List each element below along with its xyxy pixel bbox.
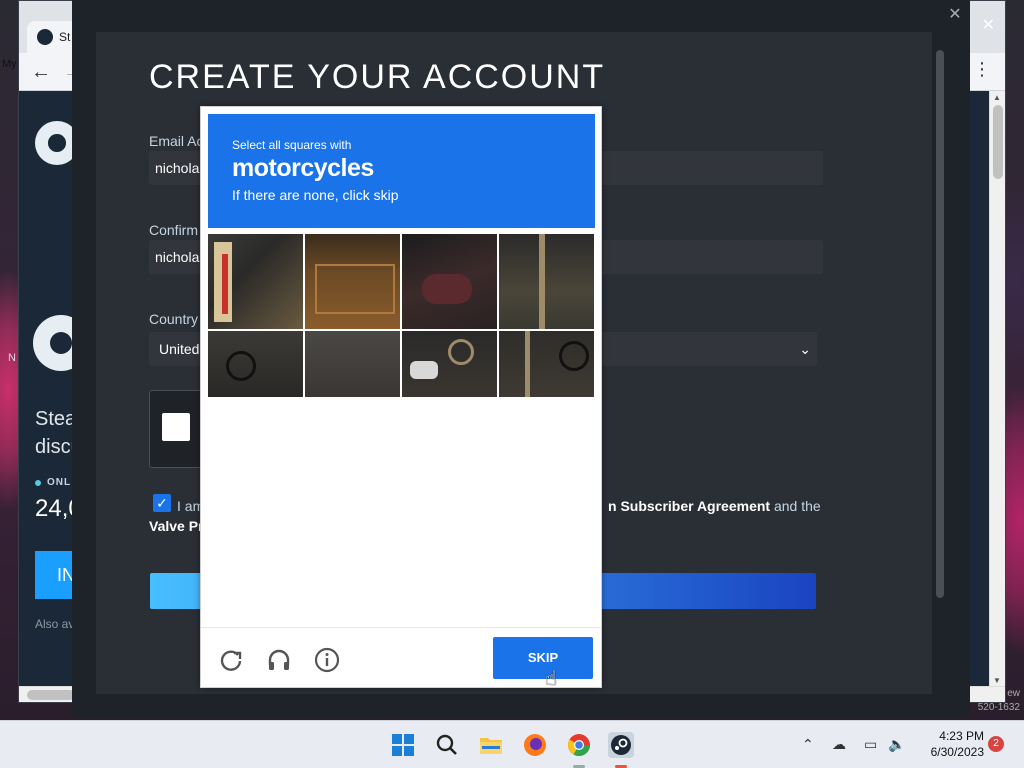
- agree-and-text: and the: [773, 498, 821, 514]
- image-grid: [208, 234, 595, 397]
- tile-pole: [525, 331, 530, 397]
- browser-vertical-scrollbar[interactable]: ▲ ▼: [989, 91, 1005, 687]
- country-value: United: [159, 341, 200, 357]
- network-icon[interactable]: ▭: [864, 736, 877, 753]
- scroll-down-icon[interactable]: ▼: [993, 676, 1001, 685]
- right-edge-label-2: 520-1632: [977, 702, 1020, 713]
- online-label: ONL: [47, 477, 72, 488]
- refresh-icon[interactable]: [218, 647, 244, 673]
- scroll-up-icon[interactable]: ▲: [993, 93, 1001, 102]
- skip-button[interactable]: SKIP: [493, 637, 593, 679]
- agree-checkbox[interactable]: ✓: [153, 494, 171, 512]
- store-headline-line1: Stea: [35, 408, 77, 430]
- grid-tile[interactable]: [402, 331, 497, 397]
- tile-sign-stripe: [222, 254, 228, 314]
- steam-favicon-icon: [37, 29, 53, 45]
- windows-start-icon[interactable]: [390, 732, 416, 758]
- confirm-email-label: Confirm: [149, 222, 199, 238]
- desktop-side-label-mid: N: [8, 352, 16, 364]
- firefox-icon[interactable]: [522, 732, 548, 758]
- footer-divider: [201, 627, 601, 628]
- browser-close-icon[interactable]: ✕: [982, 15, 995, 35]
- grid-tile[interactable]: [499, 331, 594, 397]
- chevron-down-icon: ⌄: [799, 341, 811, 357]
- tile-wheel: [226, 351, 256, 381]
- notification-badge[interactable]: 2: [988, 736, 1004, 752]
- also-available-text: Also av: [35, 617, 75, 631]
- prompt-hint: If there are none, click skip: [232, 187, 399, 203]
- file-explorer-icon[interactable]: [478, 732, 504, 758]
- dialog-scrollbar[interactable]: [936, 50, 944, 598]
- grid-tile[interactable]: [499, 234, 594, 329]
- headphones-icon[interactable]: [266, 647, 292, 673]
- horizontal-scroll-thumb[interactable]: [27, 690, 75, 700]
- dialog-close-icon[interactable]: ✕: [946, 6, 964, 24]
- steam-taskbar-icon[interactable]: [608, 732, 634, 758]
- hand-cursor-icon: ☝: [545, 668, 558, 690]
- prompt-subject: motorcycles: [232, 154, 374, 182]
- tile-pole: [539, 234, 545, 329]
- volume-icon[interactable]: 🔈: [888, 736, 905, 753]
- browser-tab-title: St: [59, 30, 71, 44]
- grid-tile[interactable]: [208, 234, 303, 329]
- taskbar: ⌃ ☁ ▭ 🔈 4:23 PM 6/30/2023: [0, 720, 1024, 768]
- country-label: Country: [149, 311, 199, 327]
- grid-tile[interactable]: [305, 234, 400, 329]
- right-edge-label-1: ew: [1007, 688, 1020, 699]
- info-icon[interactable]: [314, 647, 340, 673]
- prompt-instruction: Select all squares with: [232, 138, 352, 152]
- page-title: CREATE YOUR ACCOUNT: [149, 58, 606, 96]
- clock-time: 4:23 PM: [939, 729, 984, 743]
- browser-menu-icon[interactable]: ⋮: [973, 59, 991, 80]
- back-arrow-icon[interactable]: ←: [31, 59, 51, 85]
- clock-date: 6/30/2023: [930, 745, 984, 759]
- online-dot-icon: [35, 479, 41, 486]
- chevron-up-icon[interactable]: ⌃: [802, 736, 814, 753]
- online-status: ONL: [35, 477, 71, 488]
- desktop-side-label: My: [2, 58, 17, 70]
- clock[interactable]: 4:23 PM 6/30/2023: [914, 728, 984, 760]
- challenge-prompt: Select all squares with motorcycles If t…: [208, 114, 595, 228]
- tile-shelf: [315, 264, 395, 314]
- tile-wheel: [559, 341, 589, 371]
- tile-bike-part: [410, 361, 438, 379]
- captcha-challenge-popup: Select all squares with motorcycles If t…: [200, 106, 602, 688]
- agree-text-end: n Subscriber Agreement and the: [608, 498, 821, 514]
- tile-shape: [422, 274, 472, 304]
- grid-tile[interactable]: [305, 331, 400, 397]
- search-icon[interactable]: [434, 732, 460, 758]
- subscriber-agreement-link[interactable]: n Subscriber Agreement: [608, 498, 770, 514]
- grid-tile[interactable]: [208, 331, 303, 397]
- grid-tile[interactable]: [402, 234, 497, 329]
- captcha-checkbox[interactable]: [162, 413, 190, 441]
- email-label: Email Ac: [149, 133, 204, 149]
- scroll-thumb[interactable]: [993, 105, 1003, 179]
- privacy-policy-link[interactable]: Valve Pr: [149, 518, 204, 534]
- cloud-offline-icon[interactable]: ☁: [832, 736, 846, 753]
- chrome-icon[interactable]: [566, 732, 592, 758]
- tile-coil: [448, 339, 474, 365]
